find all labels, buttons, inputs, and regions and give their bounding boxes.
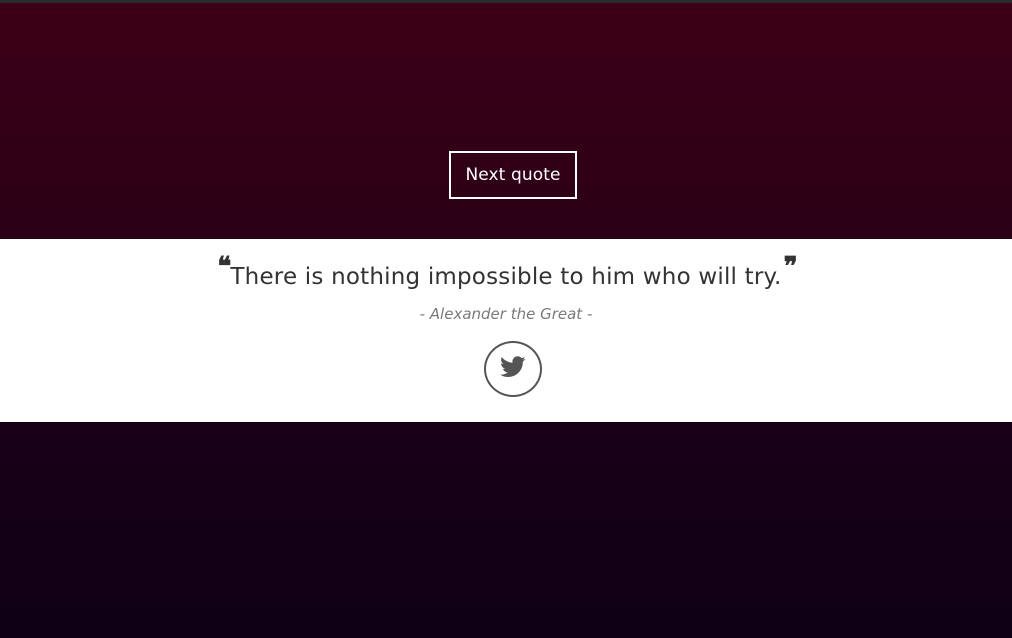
twitter-icon: [500, 356, 526, 382]
quote-box: ❝There is nothing impossible to him who …: [0, 239, 1012, 422]
quote-author: - Alexander the Great -: [419, 305, 593, 323]
open-quote-icon: ❝: [217, 252, 231, 282]
close-quote-icon: ❞: [783, 252, 798, 282]
next-quote-button[interactable]: Next quote: [449, 151, 577, 199]
window-top-edge: [0, 0, 1012, 3]
quote-line: ❝There is nothing impossible to him who …: [0, 252, 1012, 297]
tweet-button[interactable]: [484, 341, 542, 397]
quote-text: There is nothing impossible to him who w…: [230, 264, 782, 290]
page-background: Next quote ❝There is nothing impossible …: [0, 0, 1012, 638]
